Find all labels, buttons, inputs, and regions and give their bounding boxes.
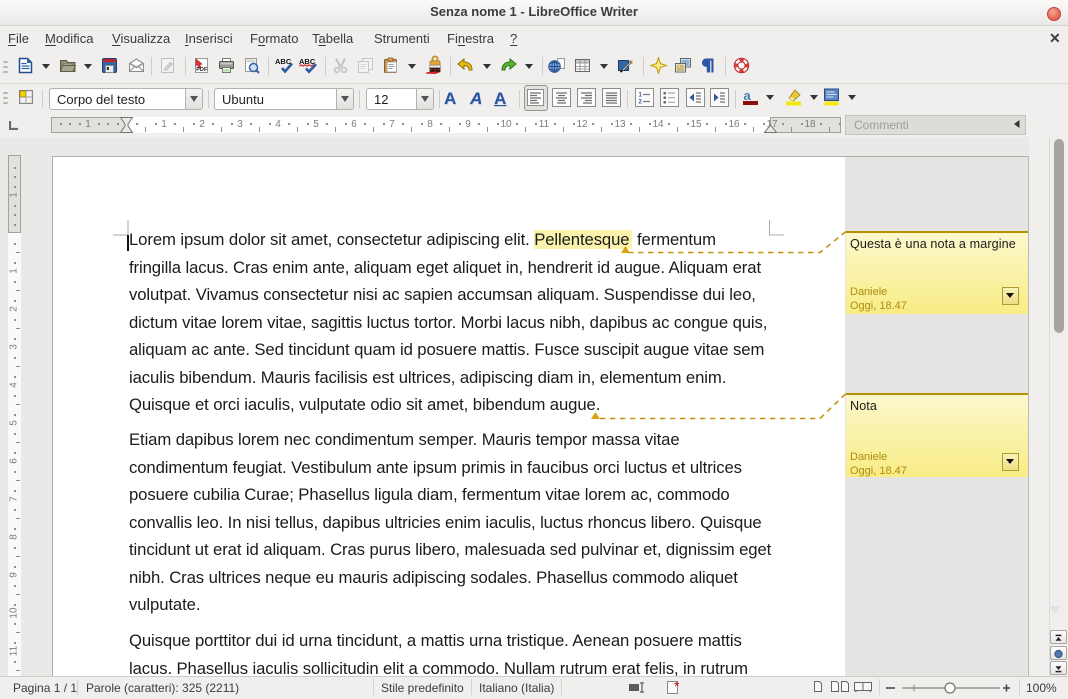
svg-text:*: *	[674, 679, 680, 694]
svg-text:a: a	[744, 88, 752, 103]
svg-text:1: 1	[639, 93, 643, 99]
svg-text:PDF: PDF	[196, 67, 208, 73]
svg-text:2: 2	[639, 100, 643, 106]
